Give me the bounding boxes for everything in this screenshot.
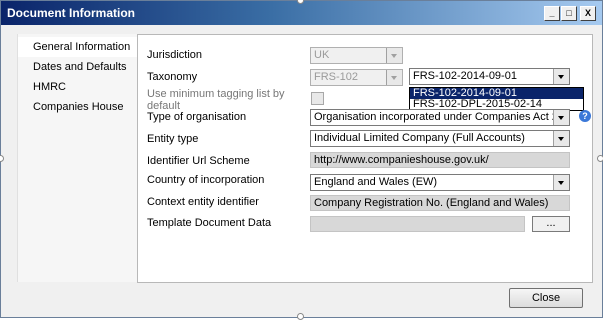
maximize-button[interactable]: □ [561, 6, 577, 21]
tab-companies-house[interactable]: Companies House [18, 97, 138, 117]
context-entity-identifier-field[interactable]: Company Registration No. (England and Wa… [310, 195, 570, 211]
taxonomy-value: FRS-102 [314, 71, 359, 83]
country-of-incorporation-label: Country of incorporation [147, 174, 265, 186]
tab-hmrc[interactable]: HMRC [18, 77, 138, 97]
taxonomy-version-dropdown: FRS-102-2014-09-01 FRS-102-DPL-2015-02-1… [409, 87, 584, 111]
help-icon[interactable]: ? [579, 110, 591, 122]
taxonomy-select[interactable]: FRS-102 [310, 69, 403, 86]
taxonomy-version-value: FRS-102-2014-09-01 [413, 70, 517, 82]
chevron-down-icon [553, 110, 569, 125]
chevron-down-icon [386, 48, 402, 63]
type-of-organisation-select[interactable]: Organisation incorporated under Companie… [310, 109, 570, 126]
country-of-incorporation-select[interactable]: England and Wales (EW) [310, 174, 570, 191]
tab-list: General Information Dates and Defaults H… [17, 34, 138, 282]
jurisdiction-value: UK [314, 49, 330, 61]
type-of-organisation-label: Type of organisation [147, 111, 247, 123]
window-controls: _ □ X [544, 6, 596, 21]
min-tagging-checkbox[interactable] [311, 92, 324, 105]
chevron-down-icon [386, 70, 402, 85]
identifier-url-scheme-label: Identifier Url Scheme [147, 155, 250, 167]
entity-type-select[interactable]: Individual Limited Company (Full Account… [310, 130, 570, 147]
chevron-down-icon [553, 69, 569, 84]
browse-button[interactable]: ... [532, 216, 570, 232]
title-bar[interactable]: Document Information _ □ X [1, 1, 602, 25]
context-entity-identifier-label: Context entity identifier [147, 196, 259, 208]
taxonomy-version-select[interactable]: FRS-102-2014-09-01 [409, 68, 570, 85]
template-document-data-field[interactable] [310, 216, 525, 232]
resize-handle[interactable] [597, 155, 603, 162]
min-tagging-label: Use minimum tagging list by default [147, 88, 285, 112]
tab-dates-and-defaults[interactable]: Dates and Defaults [18, 57, 138, 77]
window-title: Document Information [7, 6, 135, 20]
minimize-button[interactable]: _ [544, 6, 560, 21]
chevron-down-icon [553, 175, 569, 190]
country-of-incorporation-value: England and Wales (EW) [314, 176, 438, 188]
jurisdiction-select[interactable]: UK [310, 47, 403, 64]
type-of-organisation-value: Organisation incorporated under Companie… [314, 111, 570, 123]
template-document-data-label: Template Document Data [147, 217, 272, 229]
entity-type-label: Entity type [147, 133, 199, 145]
tab-general-information[interactable]: General Information [18, 37, 138, 57]
taxonomy-label: Taxonomy [147, 71, 198, 83]
close-window-button[interactable]: X [580, 6, 596, 21]
jurisdiction-label: Jurisdiction [147, 49, 203, 61]
resize-handle[interactable] [297, 313, 304, 320]
entity-type-value: Individual Limited Company (Full Account… [314, 132, 525, 144]
chevron-down-icon [553, 131, 569, 146]
identifier-url-scheme-field[interactable]: http://www.companieshouse.gov.uk/ [310, 152, 570, 168]
close-button[interactable]: Close [509, 288, 583, 308]
